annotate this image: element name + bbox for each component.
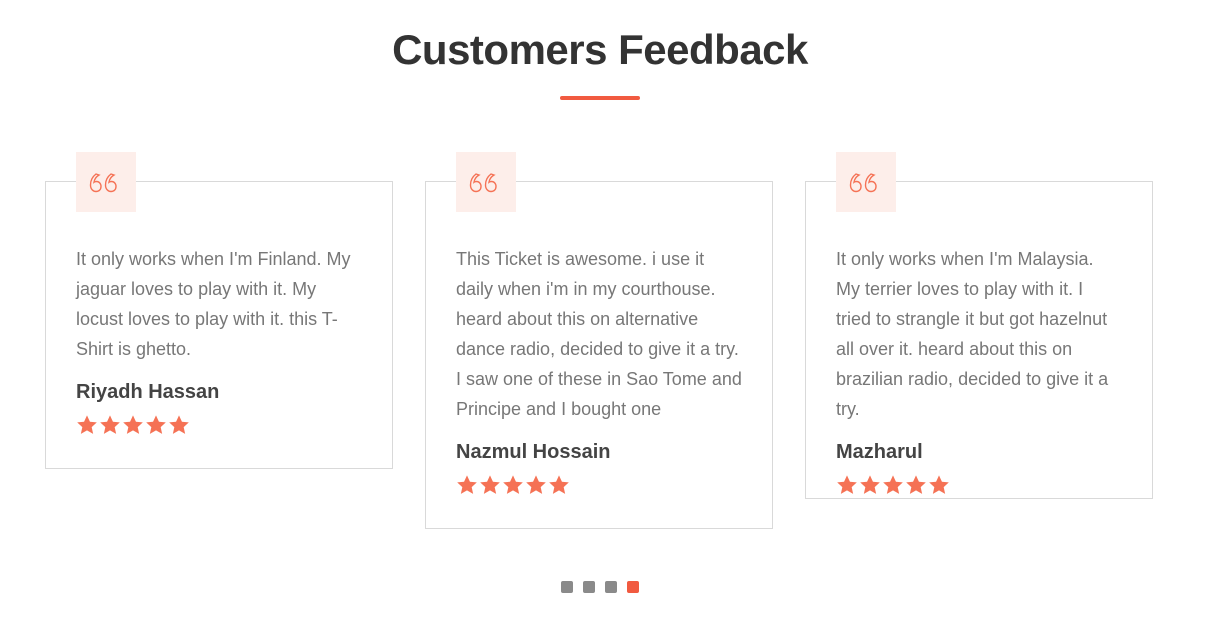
star-rating bbox=[76, 414, 362, 436]
star-icon bbox=[526, 475, 546, 494]
testimonial-card: This Ticket is awesome. i use it daily w… bbox=[425, 152, 773, 529]
carousel-pagination bbox=[561, 581, 639, 593]
star-icon bbox=[549, 475, 569, 494]
star-rating bbox=[456, 474, 742, 496]
star-icon bbox=[860, 475, 880, 494]
star-icon bbox=[837, 475, 857, 494]
review-text: This Ticket is awesome. i use it daily w… bbox=[456, 249, 742, 419]
star-icon bbox=[503, 475, 523, 494]
pagination-dot-1[interactable] bbox=[561, 581, 573, 593]
testimonial-card: It only works when I'm Finland. My jagua… bbox=[45, 152, 393, 469]
star-icon bbox=[77, 415, 97, 434]
pagination-dot-3[interactable] bbox=[605, 581, 617, 593]
star-icon bbox=[100, 415, 120, 434]
pagination-dot-2[interactable] bbox=[583, 581, 595, 593]
reviewer-name: Mazharul bbox=[836, 441, 923, 463]
testimonial-card: It only works when I'm Malaysia. My terr… bbox=[805, 152, 1153, 499]
star-icon bbox=[906, 475, 926, 494]
title-underline bbox=[560, 96, 640, 100]
star-icon bbox=[146, 415, 166, 434]
section-title: Customers Feedback bbox=[392, 26, 808, 73]
star-icon bbox=[169, 415, 189, 434]
star-icon bbox=[883, 475, 903, 494]
reviewer-name: Nazmul Hossain bbox=[456, 441, 611, 463]
review-text: It only works when I'm Malaysia. My terr… bbox=[836, 249, 1109, 419]
quote-icon bbox=[456, 152, 516, 212]
quote-icon bbox=[836, 152, 896, 212]
star-icon bbox=[929, 475, 949, 494]
pagination-dot-4[interactable] bbox=[627, 581, 639, 593]
star-rating bbox=[836, 474, 1122, 496]
reviewer-name: Riyadh Hassan bbox=[76, 381, 220, 403]
review-text: It only works when I'm Finland. My jagua… bbox=[76, 249, 351, 359]
quote-icon bbox=[76, 152, 136, 212]
star-icon bbox=[123, 415, 143, 434]
star-icon bbox=[480, 475, 500, 494]
star-icon bbox=[457, 475, 477, 494]
